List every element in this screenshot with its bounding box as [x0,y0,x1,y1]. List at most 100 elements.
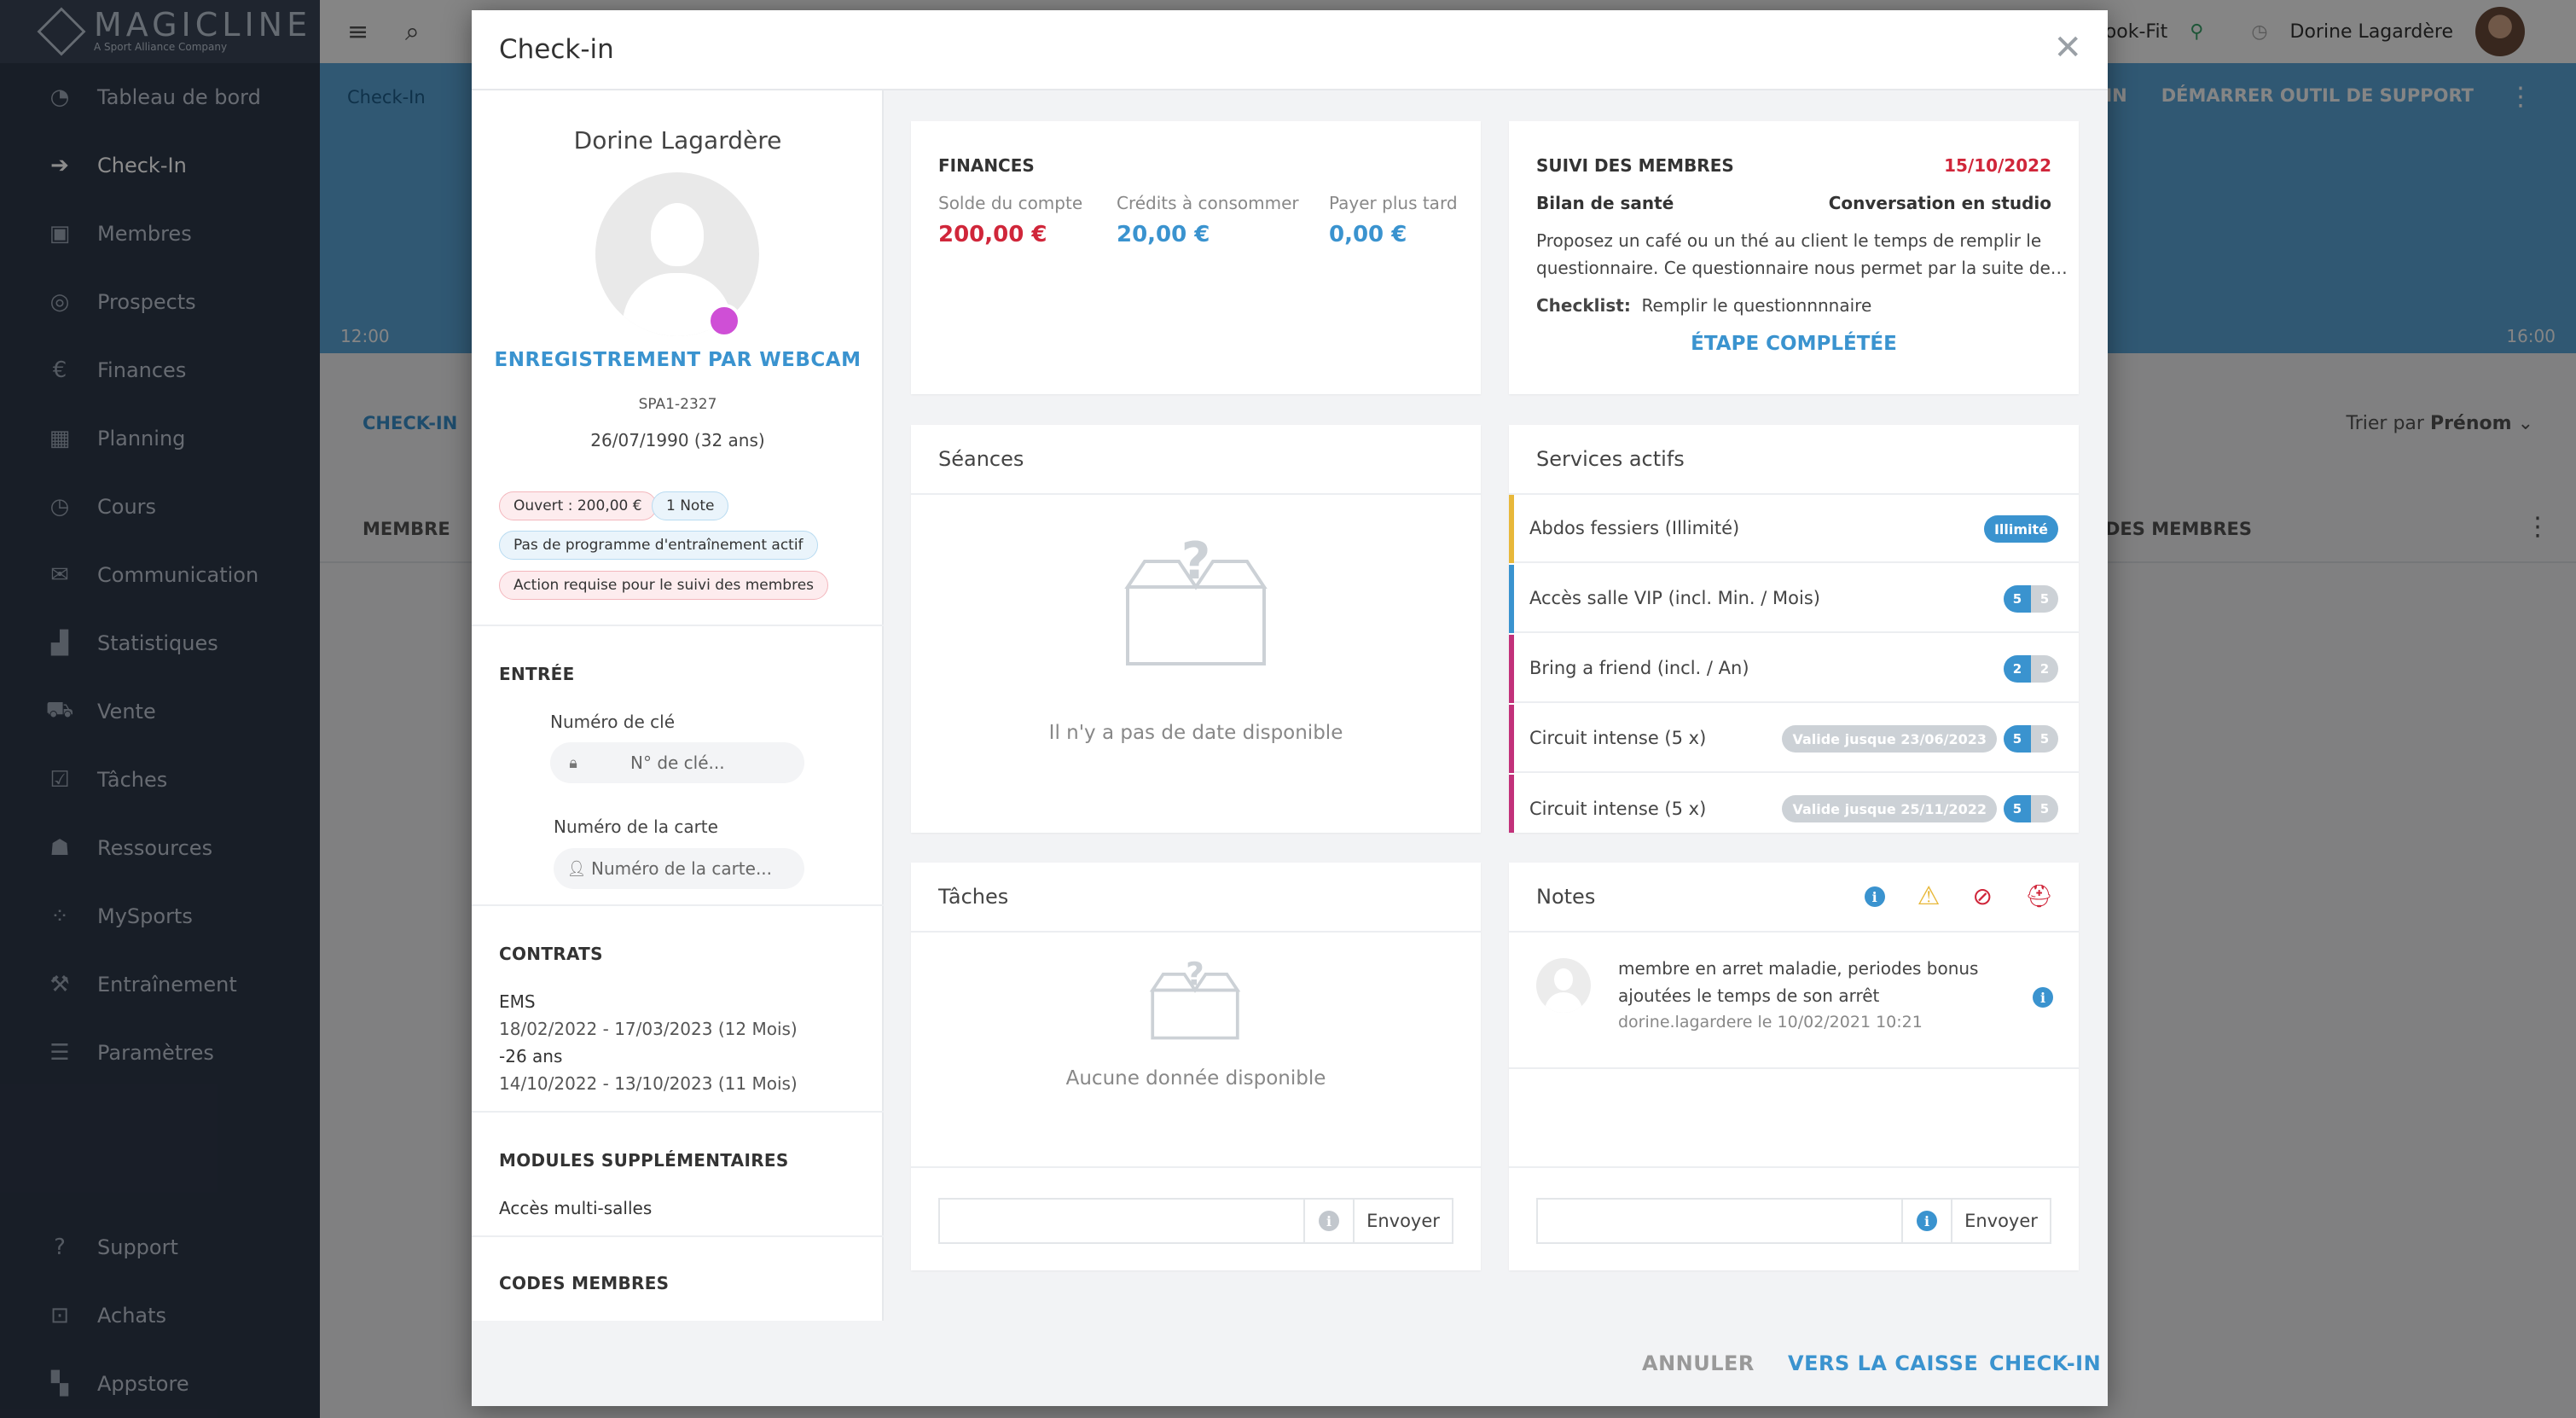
service-name: Accès salle VIP (incl. Min. / Mois) [1529,588,1820,608]
modules-title: MODULES SUPPLÉMENTAIRES [499,1150,789,1171]
empty-box-icon: ? [1124,536,1268,665]
service-color-bar [1509,635,1514,703]
service-row[interactable]: Circuit intense (5 x) Valide jusque 23/0… [1509,705,2079,773]
pay-later-label: Payer plus tard [1329,193,1458,213]
info-icon[interactable]: i [1901,1198,1952,1244]
service-count: 22 [2004,655,2058,683]
task-input[interactable] [938,1198,1305,1244]
note-send-button[interactable]: Envoyer [1951,1198,2051,1244]
divider [472,1111,884,1113]
webcam-enroll-button[interactable]: ENREGISTREMENT PAR WEBCAM [472,349,884,371]
tasks-empty-text: Aucune donnée disponible [1065,1067,1326,1090]
followup-date: 15/10/2022 [1944,155,2051,176]
member-id: SPA1-2327 [638,396,717,413]
tasks-title: Tâches [911,863,1481,933]
to-checkout-button[interactable]: VERS LA CAISSE [1788,1351,1978,1375]
modal-footer: ANNULER VERS LA CAISSE CHECK-IN [472,1321,2108,1406]
key-number-placeholder: N° de clé... [630,753,725,773]
followup-text: Proposez un café ou un thé au client le … [1536,230,2042,251]
tag-no-program[interactable]: Pas de programme d'entraînement actif [499,531,818,560]
pay-later-value: 0,00 € [1329,222,1407,247]
card-number-input[interactable]: 👤︎ Numéro de la carte... [554,848,804,889]
service-name: Abdos fessiers (Illimité) [1529,518,1740,538]
sessions-empty-text: Il n'y a pas de date disponible [1048,722,1343,744]
service-row[interactable]: Bring a friend (incl. / An) 22 [1509,635,2079,703]
checklist: Checklist: Remplir le questionnnnaire [1536,295,1871,316]
service-row[interactable]: Accès salle VIP (incl. Min. / Mois) 55 [1509,565,2079,633]
card-number-placeholder: Numéro de la carte... [591,858,773,879]
note-author-avatar [1536,958,1591,1013]
followup-subtitle: Bilan de santé [1536,193,1674,213]
member-name: Dorine Lagardère [573,126,782,154]
tag-action-required[interactable]: Action requise pour le suivi des membres [499,571,829,600]
module-item: Accès multi-salles [499,1198,653,1218]
service-row[interactable]: Circuit intense (5 x) Valide jusque 25/1… [1509,775,2079,833]
sessions-card: Séances ? Il n'y a pas de date disponibl… [911,425,1481,833]
checkin-button[interactable]: CHECK-IN [1989,1351,2101,1375]
cancel-button[interactable]: ANNULER [1642,1351,1755,1375]
user-icon: 👤︎ [566,859,587,878]
sidebar: MAGICLINE A Sport Alliance Company ◔ Tabl… [0,0,320,1418]
service-name: Circuit intense (5 x) [1529,799,1707,819]
lock-icon: 🔒︎ [569,753,577,772]
note-input[interactable] [1536,1198,1903,1244]
info-filter-icon[interactable]: i [1864,886,1885,907]
finances-title: FINANCES [938,155,1035,176]
svg-text:?: ? [1186,958,1204,992]
service-color-bar [1509,705,1514,773]
services-title: Services actifs [1509,425,2079,495]
service-name: Circuit intense (5 x) [1529,728,1707,748]
balance-label: Solde du compte [938,193,1083,213]
key-number-input[interactable]: 🔒︎ N° de clé... [550,742,804,783]
step-complete-button[interactable]: ÉTAPE COMPLÉTÉE [1509,333,2079,355]
modal-title: Check-in [499,34,614,65]
sidebar-dim [0,0,320,1418]
followup-type: Conversation en studio [1828,193,2051,213]
validity-badge: Valide jusque 25/11/2022 [1782,795,1997,822]
service-row[interactable]: Abdos fessiers (Illimité) Illimité [1509,495,2079,563]
divider [911,1166,1481,1168]
contract-name[interactable]: -26 ans [499,1046,562,1066]
tag-note[interactable]: 1 Note [652,491,729,520]
followup-text: questionnaire. Ce questionnaire nous per… [1536,258,2068,278]
divider [1509,1166,2079,1168]
sessions-title: Séances [911,425,1481,495]
member-followup-card: SUIVI DES MEMBRES 15/10/2022 Bilan de sa… [1509,121,2079,394]
service-name: Bring a friend (incl. / An) [1529,658,1749,678]
service-count: 55 [2004,725,2058,753]
warning-filter-icon[interactable]: ⚠ [1917,884,1941,909]
alert-filter-icon[interactable]: ⛑ [2025,885,2053,909]
divider [472,1235,884,1237]
balance-value: 200,00 € [938,222,1047,247]
contract-period: 18/02/2022 - 17/03/2023 (12 Mois) [499,1019,798,1039]
credits-value: 20,00 € [1117,222,1210,247]
info-icon[interactable]: i [1303,1198,1355,1244]
block-filter-icon[interactable]: ⊘ [1973,885,1993,909]
member-panel: Dorine Lagardère ENREGISTREMENT PAR WEBC… [472,90,884,1321]
contract-name[interactable]: EMS [499,991,536,1012]
close-icon[interactable]: ✕ [2053,31,2082,65]
tasks-card: Tâches ? Aucune donnée disponible i Envo… [911,863,1481,1270]
followup-title: SUIVI DES MEMBRES [1536,155,1734,176]
svg-text:?: ? [1181,536,1211,591]
service-color-bar [1509,495,1514,563]
notes-card: Notes i ⚠ ⊘ ⛑ membre en arret maladie, p… [1509,863,2079,1270]
active-services-card: Services actifs Abdos fessiers (Illimité… [1509,425,2079,833]
checkin-modal: Check-in ✕ Dorine Lagardère ENREGISTREME… [472,10,2108,1406]
note-author: dorine.lagardere le 10/02/2021 10:21 [1618,1013,1923,1032]
contract-period: 14/10/2022 - 13/10/2023 (11 Mois) [499,1073,798,1094]
modal-header: Check-in ✕ [472,10,2108,90]
entry-title: ENTRÉE [499,664,575,684]
tag-open-balance[interactable]: Ouvert : 200,00 € [499,491,657,520]
member-dob: 26/07/1990 (32 ans) [590,430,765,450]
note-text: ajoutées le temps de son arrêt [1618,985,1880,1006]
note-text: membre en arret maladie, periodes bonus [1618,958,1979,979]
credits-label: Crédits à consommer [1117,193,1299,213]
key-number-label: Numéro de clé [550,712,676,732]
unlimited-badge: Illimité [1983,515,2058,543]
checklist-value: Remplir le questionnnnaire [1641,295,1872,316]
service-count: 55 [2004,585,2058,613]
validity-badge: Valide jusque 23/06/2023 [1782,725,1997,753]
note-info-icon[interactable]: i [2033,987,2053,1008]
task-send-button[interactable]: Envoyer [1353,1198,1453,1244]
